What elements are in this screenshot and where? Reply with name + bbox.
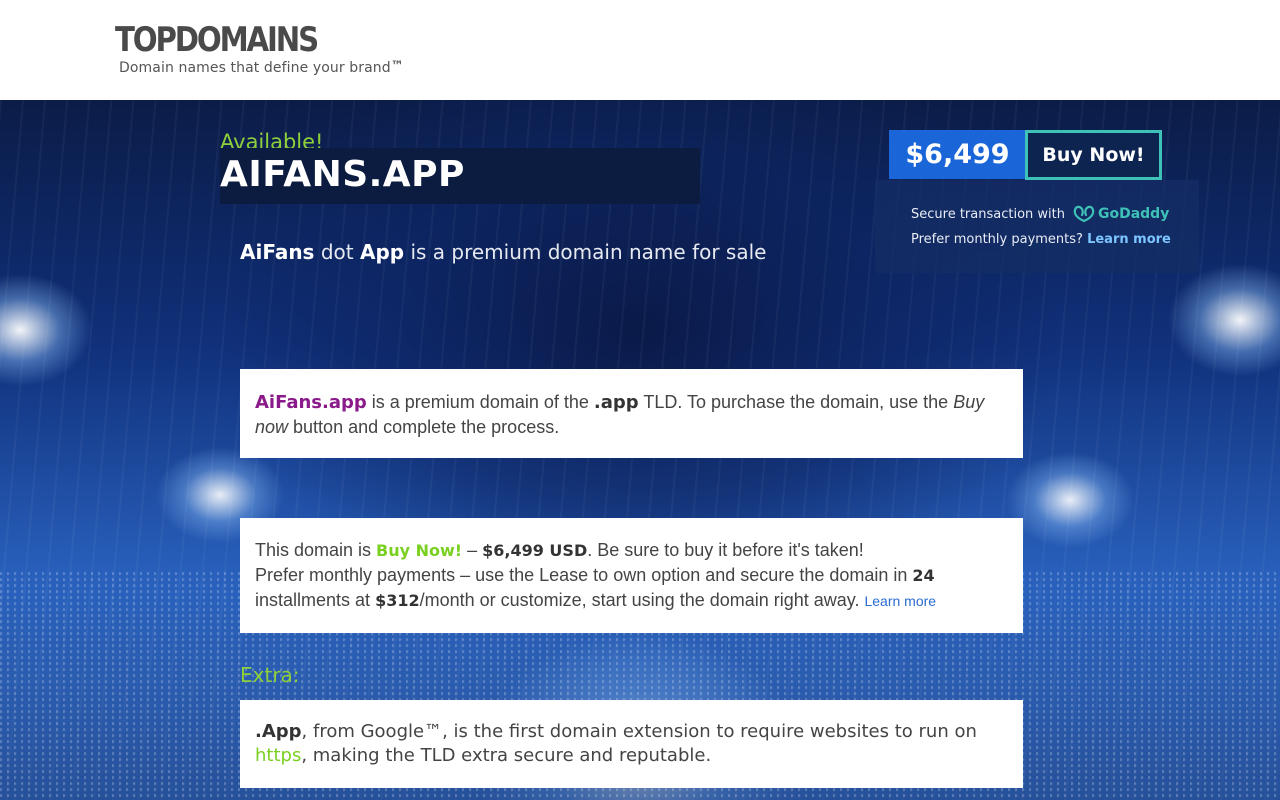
monthly-price: $312 xyxy=(375,591,420,610)
godaddy-icon xyxy=(1073,205,1095,223)
pricing-text: – xyxy=(462,540,483,560)
godaddy-wordmark: GoDaddy xyxy=(1097,206,1170,222)
pricing-text: Prefer monthly payments – use the Lease … xyxy=(255,565,913,585)
secure-text: Secure transaction with xyxy=(911,206,1065,222)
monthly-payments: Prefer monthly payments? Learn more xyxy=(911,232,1171,247)
pricing-text: /month or customize, start using the dom… xyxy=(419,590,865,610)
description-text: is a premium domain of the xyxy=(366,392,594,412)
https-highlight: https xyxy=(255,745,302,766)
pricing-text: installments at xyxy=(255,590,376,610)
domain-title: AIFANS.APP xyxy=(220,154,465,195)
pricing-text: . Be sure to buy it before it's taken! xyxy=(587,540,864,560)
pricing-description: This domain is Buy Now! – $6,499 USD. Be… xyxy=(255,538,1020,613)
logo-wordmark: TOPDOMAINS xyxy=(115,20,319,60)
extra-description: .App, from Google™, is the first domain … xyxy=(255,720,1015,768)
logo-tagline: Domain names that define your brand™ xyxy=(119,59,404,76)
subhead-rest: is a premium domain name for sale xyxy=(404,240,767,264)
purchase-panel xyxy=(875,180,1199,273)
price-badge: $6,499 xyxy=(889,130,1026,179)
subhead-tld: App xyxy=(359,240,405,264)
domain-subheading: AiFans dot App is a premium domain name … xyxy=(240,240,766,264)
installment-count: 24 xyxy=(912,566,935,585)
price-usd: $6,499 USD xyxy=(482,541,588,560)
description-text: TLD. To purchase the domain, use the xyxy=(638,392,954,412)
godaddy-logo: GoDaddy xyxy=(1073,205,1169,223)
buy-now-button[interactable]: Buy Now! xyxy=(1025,130,1162,180)
logo-tagline-text: Domain names that define your brand xyxy=(119,60,391,76)
extra-tld: .App xyxy=(255,721,302,742)
learn-more-link[interactable]: Learn more xyxy=(1087,232,1171,247)
topdomains-logo[interactable]: TOPDOMAINS Domain names that define your… xyxy=(115,20,404,76)
secure-transaction: Secure transaction with GoDaddy xyxy=(911,205,1169,223)
domain-brand-name: AiFans.app xyxy=(255,392,367,413)
monthly-text: Prefer monthly payments? xyxy=(911,232,1083,247)
description-text: button and complete the process. xyxy=(288,417,560,437)
extra-text: , from Google™, is the first domain exte… xyxy=(301,721,977,742)
pricing-learn-more-link[interactable]: Learn more xyxy=(864,593,936,609)
extra-text: , making the TLD extra secure and reputa… xyxy=(301,745,712,766)
status-badge: Buy Now! xyxy=(376,541,463,560)
extra-heading: Extra: xyxy=(240,663,300,687)
extra-info-card: .App, from Google™, is the first domain … xyxy=(240,700,1023,788)
trademark-symbol: ™ xyxy=(390,59,404,74)
pricing-card: This domain is Buy Now! – $6,499 USD. Be… xyxy=(240,518,1023,633)
site-header: TOPDOMAINS Domain names that define your… xyxy=(0,0,1280,100)
domain-description-card: AiFans.app is a premium domain of the .a… xyxy=(240,369,1023,458)
domain-description: AiFans.app is a premium domain of the .a… xyxy=(255,390,1015,439)
subhead-dot: dot xyxy=(314,240,360,264)
pricing-text: This domain is xyxy=(255,540,377,560)
subhead-name: AiFans xyxy=(240,240,315,264)
tld-name: .app xyxy=(593,392,639,413)
